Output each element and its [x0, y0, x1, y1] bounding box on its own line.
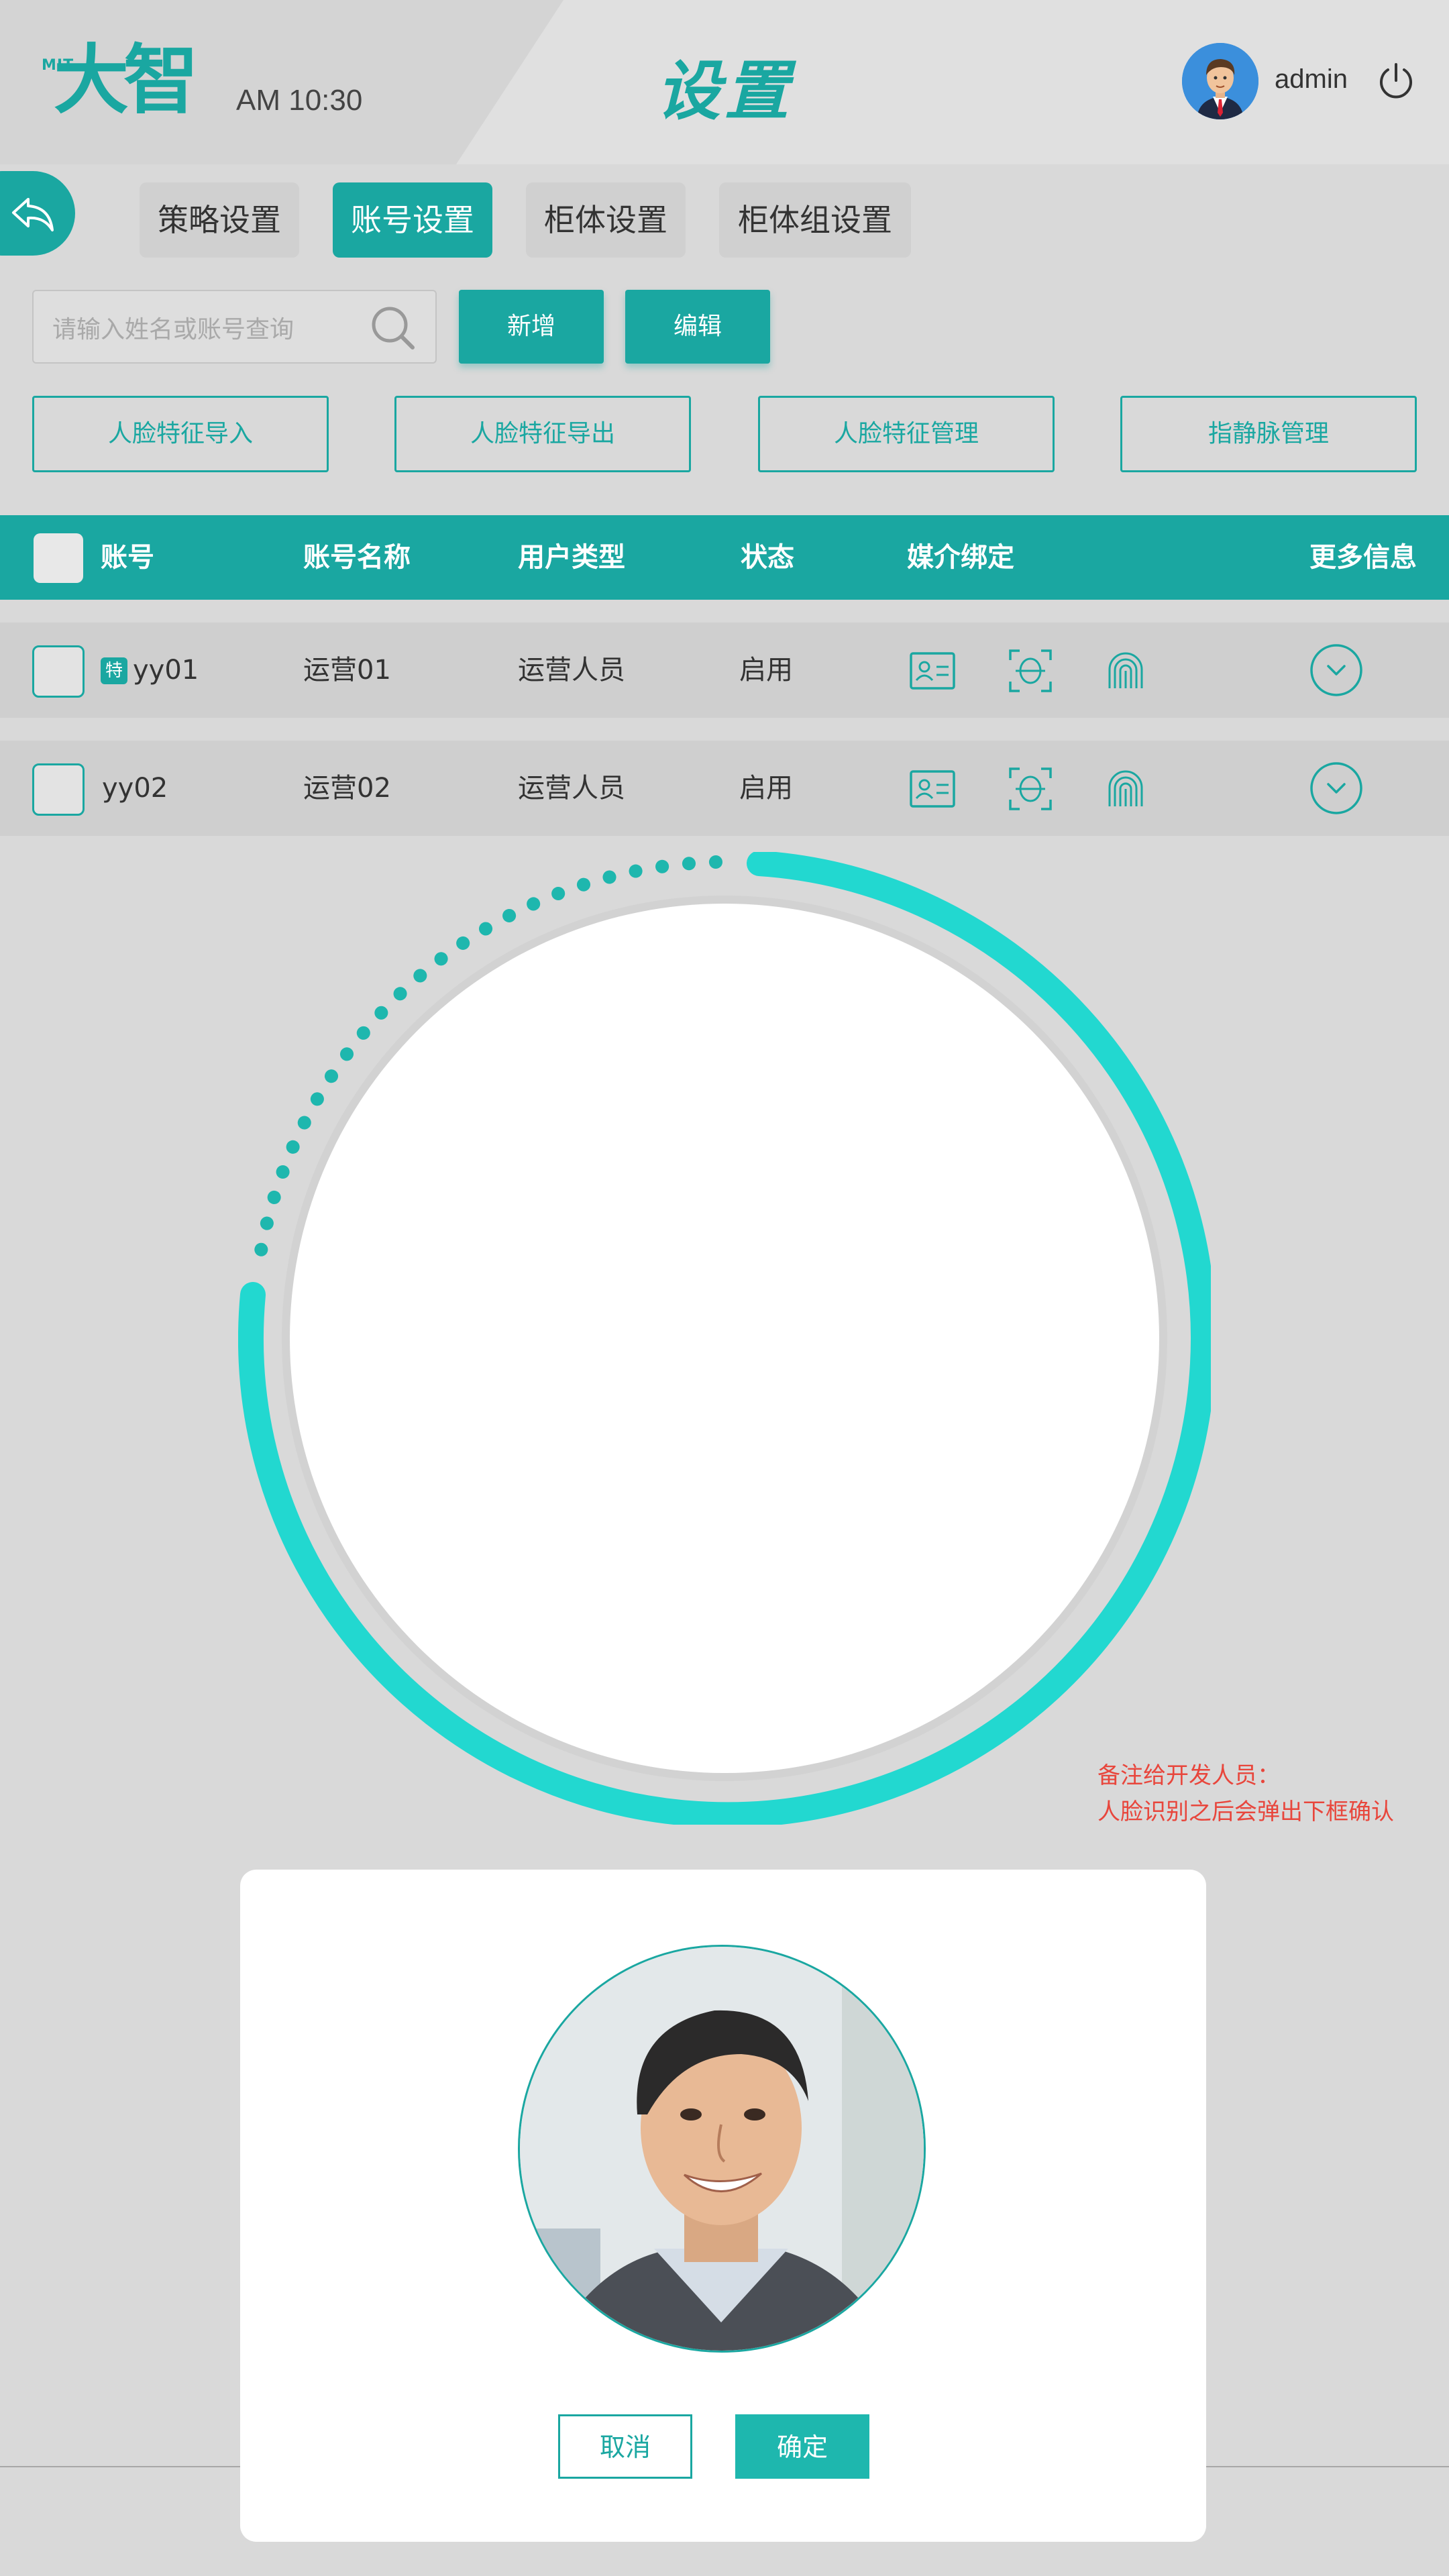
back-icon — [12, 198, 54, 231]
id-card-icon[interactable] — [908, 765, 957, 813]
column-account: 账号 — [101, 542, 154, 573]
tab-cabinet-settings[interactable]: 柜体设置 — [526, 182, 686, 258]
avatar[interactable] — [1182, 43, 1258, 119]
special-badge: 特 — [101, 657, 127, 684]
back-button[interactable] — [0, 171, 75, 256]
face-capture-area — [290, 904, 1159, 1773]
developer-note-line-1: 备注给开发人员： — [1097, 1762, 1280, 1789]
face-photo-image — [520, 1947, 924, 2351]
table-header: 账号 账号名称 用户类型 状态 媒介绑定 更多信息 — [0, 515, 1449, 600]
cell-account-name: 运营02 — [303, 773, 391, 804]
search-placeholder: 请输入姓名或账号查询 — [52, 316, 294, 343]
cell-account-name: 运营01 — [303, 655, 391, 686]
power-icon[interactable] — [1377, 62, 1415, 101]
face-photo — [518, 1945, 926, 2353]
column-user-type: 用户类型 — [518, 542, 625, 573]
confirm-button[interactable]: 确定 — [735, 2414, 869, 2479]
face-scan-icon[interactable] — [1006, 765, 1055, 813]
avatar-icon — [1182, 43, 1258, 119]
developer-note: 备注给开发人员： 人脸识别之后会弹出下框确认 — [1097, 1758, 1394, 1830]
cell-account: yy01 — [133, 655, 199, 686]
cancel-button[interactable]: 取消 — [558, 2414, 692, 2479]
column-more-info: 更多信息 — [1309, 542, 1417, 573]
fingerprint-icon[interactable] — [1102, 765, 1150, 813]
logo-text: 大智 — [54, 37, 199, 124]
logo: 大智 MIT — [40, 37, 208, 124]
edit-button[interactable]: 编辑 — [625, 290, 770, 364]
chevron-down-icon[interactable] — [1309, 761, 1363, 815]
cell-status: 启用 — [739, 655, 793, 686]
cell-user-type: 运营人员 — [518, 655, 625, 686]
cell-account: yy02 — [102, 773, 168, 804]
cell-user-type: 运营人员 — [518, 773, 625, 804]
search-input[interactable]: 请输入姓名或账号查询 — [32, 290, 437, 364]
face-capture-ring — [238, 852, 1211, 1825]
username: admin — [1275, 64, 1348, 94]
face-feature-import-button[interactable]: 人脸特征导入 — [32, 396, 329, 472]
tab-cabinet-group-settings[interactable]: 柜体组设置 — [719, 182, 911, 258]
id-card-icon[interactable] — [908, 647, 957, 695]
face-scan-icon[interactable] — [1006, 647, 1055, 695]
table-row[interactable]: 特 yy01 运营01 运营人员 启用 — [0, 623, 1449, 718]
select-all-checkbox[interactable] — [34, 533, 83, 583]
face-confirm-dialog: 取消 确定 — [240, 1870, 1206, 2542]
tab-strategy-settings[interactable]: 策略设置 — [140, 182, 299, 258]
face-feature-manage-button[interactable]: 人脸特征管理 — [758, 396, 1055, 472]
developer-note-line-2: 人脸识别之后会弹出下框确认 — [1097, 1799, 1394, 1825]
clock: AM 10:30 — [236, 84, 363, 117]
chevron-down-icon[interactable] — [1309, 643, 1363, 697]
logo-mit: MIT — [42, 57, 74, 74]
search-icon[interactable] — [370, 305, 417, 352]
page-title: 设置 — [656, 54, 793, 129]
table-row[interactable]: yy02 运营02 运营人员 启用 — [0, 741, 1449, 836]
column-account-name: 账号名称 — [303, 542, 411, 573]
finger-vein-manage-button[interactable]: 指静脉管理 — [1120, 396, 1417, 472]
row-checkbox[interactable] — [32, 645, 85, 698]
tab-account-settings[interactable]: 账号设置 — [333, 182, 492, 258]
column-media-binding: 媒介绑定 — [907, 542, 1014, 573]
column-status: 状态 — [741, 542, 794, 573]
row-checkbox[interactable] — [32, 763, 85, 816]
add-button[interactable]: 新增 — [459, 290, 604, 364]
face-feature-export-button[interactable]: 人脸特征导出 — [394, 396, 691, 472]
fingerprint-icon[interactable] — [1102, 647, 1150, 695]
cell-status: 启用 — [739, 773, 793, 804]
